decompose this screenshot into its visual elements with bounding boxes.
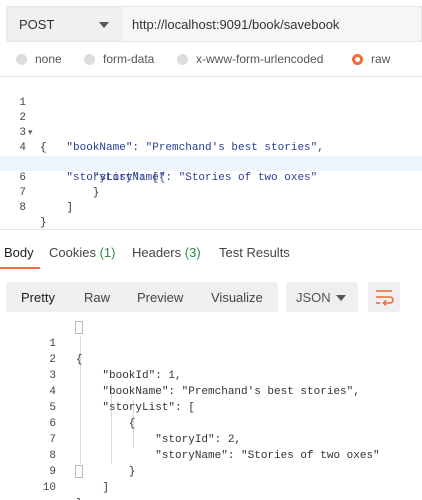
response-line: 9 ] (0, 448, 422, 494)
editor-line: 2 ▾ { (0, 96, 422, 154)
request-body-editor[interactable]: 1 2 ▾ { 3 "bookName": "Premchand's best … (0, 81, 422, 229)
tab-label: Cookies (49, 245, 96, 260)
format-label: JSON (296, 290, 331, 305)
body-type-label: x-www-form-urlencoded (196, 52, 324, 66)
code-text: ] (76, 482, 110, 494)
response-line: 2 "bookId": 1, (0, 336, 422, 382)
pretty-button[interactable]: Pretty (21, 290, 55, 305)
active-tab-indicator (0, 267, 40, 269)
editor-line: 3 "bookName": "Premchand's best stories"… (0, 111, 422, 154)
editor-line-highlighted: 6 } (0, 156, 422, 199)
chevron-down-icon (336, 295, 346, 301)
method-select[interactable]: POST (6, 6, 122, 42)
tab-body[interactable]: Body (4, 245, 34, 260)
divider (0, 229, 422, 230)
code-text: } (76, 496, 83, 500)
url-input[interactable]: http://localhost:9091/book/savebook (122, 6, 422, 42)
radio-selected-icon (352, 53, 363, 65)
response-line: 4 "storyList": [ (0, 368, 422, 414)
method-label: POST (19, 17, 55, 32)
count-badge: (3) (184, 245, 201, 260)
wrap-lines-icon (376, 290, 394, 307)
code-text: ] (40, 202, 74, 214)
body-type-selector: none form-data x-www-form-urlencoded raw (0, 50, 422, 68)
response-line: 8 } (0, 432, 422, 478)
divider (0, 76, 422, 77)
editor-line: 1 (0, 81, 422, 109)
editor-line: 5 "storyName": "Stories of two oxes" (0, 141, 422, 184)
editor-line: 4 ▾ "storyList": [{ (0, 126, 422, 184)
response-tabs: Body Cookies (1) Headers (3) Test Result… (0, 236, 422, 270)
radio-icon (177, 53, 188, 65)
response-body[interactable]: 1 { 2 "bookId": 1, 3 "bookName": "Premch… (0, 320, 422, 500)
radio-icon (16, 53, 27, 65)
view-mode-toolbar: Pretty Raw Preview Visualize (6, 282, 278, 312)
raw-button[interactable]: Raw (84, 290, 110, 305)
editor-line: 8 } (0, 186, 422, 229)
response-line: 1 { (0, 320, 422, 366)
response-line: 5 { (0, 384, 422, 430)
body-type-urlencoded[interactable]: x-www-form-urlencoded (177, 50, 323, 68)
response-line: 7 "storyName": "Stories of two oxes" (0, 416, 422, 462)
format-select[interactable]: JSON (286, 282, 358, 312)
line-number: 8 (19, 202, 26, 214)
count-badge: (1) (99, 245, 116, 260)
response-line: 10 } (0, 464, 422, 500)
tab-headers[interactable]: Headers (3) (132, 245, 201, 260)
preview-button[interactable]: Preview (137, 290, 183, 305)
url-text: http://localhost:9091/book/savebook (132, 17, 340, 32)
body-type-label: raw (371, 52, 391, 66)
tab-cookies[interactable]: Cookies (1) (49, 245, 115, 260)
body-type-label: form-data (103, 52, 155, 66)
tab-label: Headers (132, 245, 182, 260)
tab-test-results[interactable]: Test Results (219, 245, 290, 260)
response-line: 3 "bookName": "Premchand's best stories"… (0, 352, 422, 398)
editor-line: 7 ] (0, 171, 422, 214)
request-bar: POST http://localhost:9091/book/savebook (0, 0, 422, 50)
body-type-label: none (35, 52, 62, 66)
radio-icon (84, 53, 95, 65)
body-type-raw[interactable]: raw (352, 50, 390, 68)
wrap-lines-button[interactable] (368, 282, 400, 312)
response-line: 6 "storyId": 2, (0, 400, 422, 446)
line-number: 10 (42, 482, 56, 494)
body-type-form-data[interactable]: form-data (84, 50, 154, 68)
chevron-down-icon (99, 22, 109, 28)
body-type-none[interactable]: none (16, 50, 62, 68)
visualize-button[interactable]: Visualize (211, 290, 263, 305)
